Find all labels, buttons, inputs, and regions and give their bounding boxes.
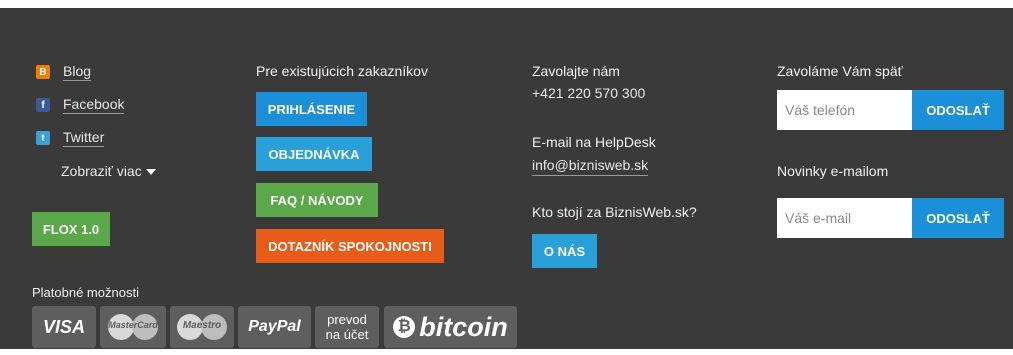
satisfaction-survey-button[interactable]: DOTAZNÍK SPOKOJNOSTI xyxy=(256,229,444,263)
bank-transfer-line2: na účet xyxy=(325,327,369,342)
show-more-link[interactable]: Zobraziť viac xyxy=(61,163,156,179)
payments-heading: Platobné možnosti xyxy=(32,285,139,300)
bitcoin-label: bitcoin xyxy=(419,311,508,342)
mastercard-logo: MasterCard xyxy=(100,306,166,348)
newsletter-submit-button[interactable]: ODOSLAŤ xyxy=(912,198,1004,238)
newsletter-email-input[interactable] xyxy=(777,198,912,238)
visa-logo: VISA xyxy=(32,306,96,348)
maestro-label: Maestro xyxy=(182,320,222,331)
site-footer: B Blog f Facebook t Twitter Zobraziť via… xyxy=(0,8,1013,349)
bank-transfer-logo: prevod na účet xyxy=(315,306,379,348)
facebook-link[interactable]: Facebook xyxy=(63,96,125,114)
faq-button[interactable]: FAQ / NÁVODY xyxy=(256,183,378,217)
callback-submit-button[interactable]: ODOSLAŤ xyxy=(912,90,1004,130)
callback-heading: Zavoláme Vám späť xyxy=(777,63,903,79)
about-us-button[interactable]: O NÁS xyxy=(532,234,597,268)
caret-down-icon xyxy=(145,169,156,176)
paypal-label: PayPal xyxy=(248,318,301,335)
blogger-icon: B xyxy=(36,65,50,79)
show-more-label: Zobraziť viac xyxy=(61,163,142,179)
mastercard-label: MasterCard xyxy=(108,320,158,330)
about-heading: Kto stojí za BiznisWeb.sk? xyxy=(532,204,697,220)
twitter-link[interactable]: Twitter xyxy=(63,129,105,147)
newsletter-heading: Novinky e-mailom xyxy=(777,163,889,179)
social-item-twitter[interactable]: t Twitter xyxy=(36,129,105,147)
maestro-circles: Maestro xyxy=(174,312,230,342)
visa-label: VISA xyxy=(42,316,85,337)
paypal-logo: PayPal xyxy=(238,306,311,348)
customers-heading: Pre existujúcich zakazníkov xyxy=(256,63,428,79)
facebook-icon: f xyxy=(36,98,50,112)
helpdesk-heading: E-mail na HelpDesk xyxy=(532,134,656,150)
twitter-icon: t xyxy=(36,131,50,145)
maestro-logo: Maestro xyxy=(170,306,234,348)
phone-number: +421 220 570 300 xyxy=(532,85,646,101)
login-button[interactable]: PRIHLÁSENIE xyxy=(256,92,367,126)
callback-phone-input[interactable] xyxy=(777,90,912,130)
helpdesk-email-link[interactable]: info@biznisweb.sk xyxy=(532,157,649,176)
order-button[interactable]: OBJEDNÁVKA xyxy=(256,137,372,171)
social-item-facebook[interactable]: f Facebook xyxy=(36,96,125,114)
bitcoin-logo: ₿ bitcoin xyxy=(384,306,517,348)
bank-transfer-line1: prevod xyxy=(327,312,367,327)
social-item-blog[interactable]: B Blog xyxy=(36,63,92,81)
bitcoin-icon: ₿ xyxy=(393,316,416,338)
call-us-heading: Zavolajte nám xyxy=(532,63,620,79)
flox-button[interactable]: FLOX 1.0 xyxy=(32,212,110,246)
blog-link[interactable]: Blog xyxy=(63,63,92,81)
mastercard-circles: MasterCard xyxy=(105,312,161,342)
